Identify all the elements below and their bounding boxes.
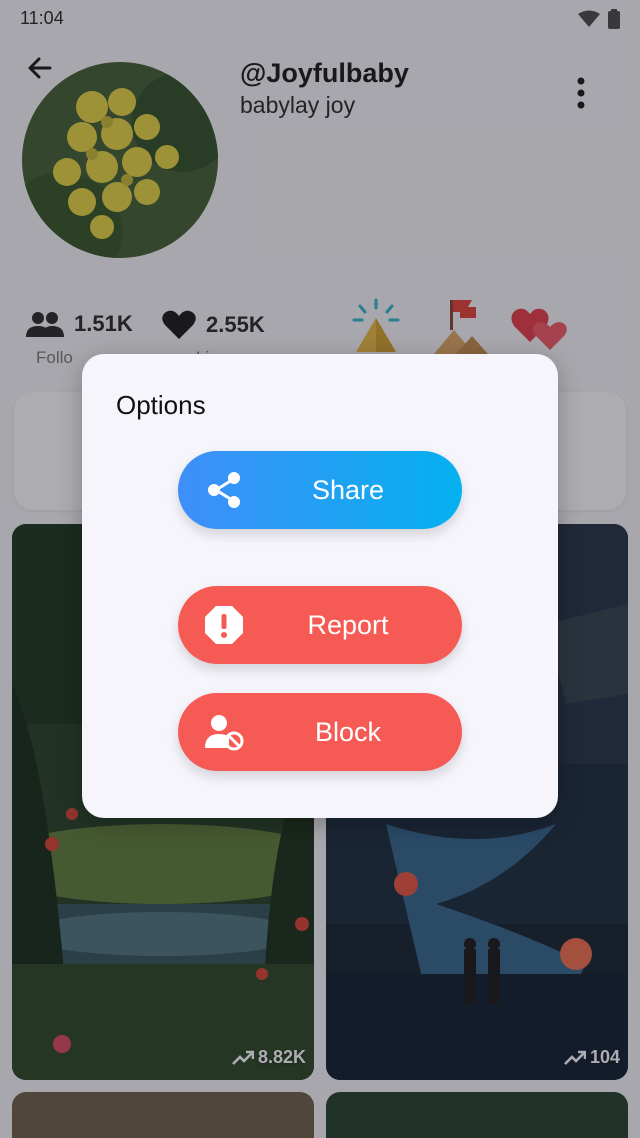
report-icon: [205, 606, 243, 644]
dialog-title: Options: [116, 390, 206, 420]
share-icon: [208, 472, 240, 508]
block-user-icon: [205, 715, 244, 751]
report-button[interactable]: Report: [178, 586, 462, 664]
block-button[interactable]: Block: [178, 693, 462, 771]
options-dialog: Options Share Report Block: [82, 354, 558, 818]
share-button[interactable]: Share: [178, 451, 462, 529]
